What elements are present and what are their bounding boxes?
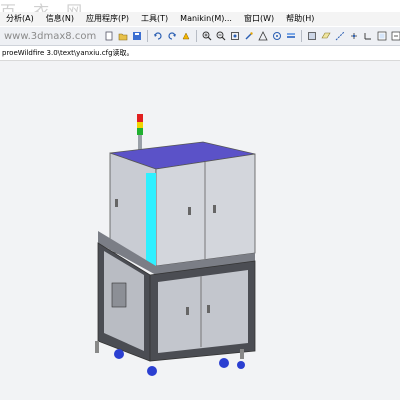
zoom-in-icon[interactable]	[202, 31, 212, 41]
upper-handle-right	[213, 205, 216, 213]
saved-views-icon[interactable]	[391, 31, 400, 41]
toolbar-separator	[147, 30, 149, 42]
open-icon[interactable]	[118, 31, 128, 41]
upper-handle-left	[188, 207, 191, 215]
machine-model	[95, 114, 256, 376]
side-latch	[115, 199, 118, 207]
menu-help[interactable]: 帮助(H)	[280, 12, 320, 26]
toolbar-separator	[301, 30, 303, 42]
caster-front-mid	[147, 366, 157, 376]
new-icon[interactable]	[104, 31, 114, 41]
graphics-viewport[interactable]	[0, 61, 400, 400]
foot-left	[95, 341, 99, 353]
menu-bar: 分析(A) 信息(N) 应用程序(P) 工具(T) Manikin(M)... …	[0, 12, 400, 26]
undo-icon[interactable]	[153, 31, 163, 41]
spin-icon[interactable]	[272, 31, 282, 41]
signal-yellow	[137, 122, 143, 128]
regenerate-icon[interactable]	[181, 31, 191, 41]
message-text: proeWildfire 3.0\text\yanxiu.cfg读取。	[2, 49, 134, 57]
coordinate-system-icon[interactable]	[363, 31, 373, 41]
menu-info[interactable]: 信息(N)	[40, 12, 80, 26]
layer-icon[interactable]	[286, 31, 296, 41]
datum-point-icon[interactable]	[349, 31, 359, 41]
foot-right	[240, 349, 244, 359]
redo-icon[interactable]	[167, 31, 177, 41]
caster-rear-right	[237, 361, 245, 369]
repaint-icon[interactable]	[244, 31, 254, 41]
accent-column	[146, 173, 156, 267]
base-handle-left	[186, 307, 189, 315]
base-handle-right	[207, 305, 210, 313]
caster-front-right	[219, 358, 229, 368]
side-mechanism	[111, 282, 127, 308]
signal-green	[137, 128, 143, 135]
refit-icon[interactable]	[230, 31, 240, 41]
menu-tools[interactable]: 工具(T)	[135, 12, 174, 26]
menu-analysis[interactable]: 分析(A)	[0, 12, 40, 26]
toolbar-url-text: www.3dmax8.com	[4, 30, 97, 42]
zoom-out-icon[interactable]	[216, 31, 226, 41]
main-toolbar: www.3dmax8.com	[0, 27, 400, 46]
save-icon[interactable]	[132, 31, 142, 41]
base-front-panel	[158, 270, 248, 353]
view-manager-icon[interactable]	[377, 31, 387, 41]
signal-tower	[137, 114, 143, 151]
orient-icon[interactable]	[258, 31, 268, 41]
toolbar-separator	[196, 30, 198, 42]
datum-plane-icon[interactable]	[321, 31, 331, 41]
message-area: proeWildfire 3.0\text\yanxiu.cfg读取。	[0, 46, 400, 60]
display-style-icon[interactable]	[307, 31, 317, 41]
caster-front-left	[114, 349, 124, 359]
datum-axis-icon[interactable]	[335, 31, 345, 41]
menu-window[interactable]: 窗口(W)	[238, 12, 280, 26]
menu-applications[interactable]: 应用程序(P)	[80, 12, 135, 26]
signal-pole	[138, 135, 142, 151]
signal-red	[137, 114, 143, 122]
upper-enclosure	[109, 141, 256, 267]
menu-manikin[interactable]: Manikin(M)...	[174, 12, 238, 26]
